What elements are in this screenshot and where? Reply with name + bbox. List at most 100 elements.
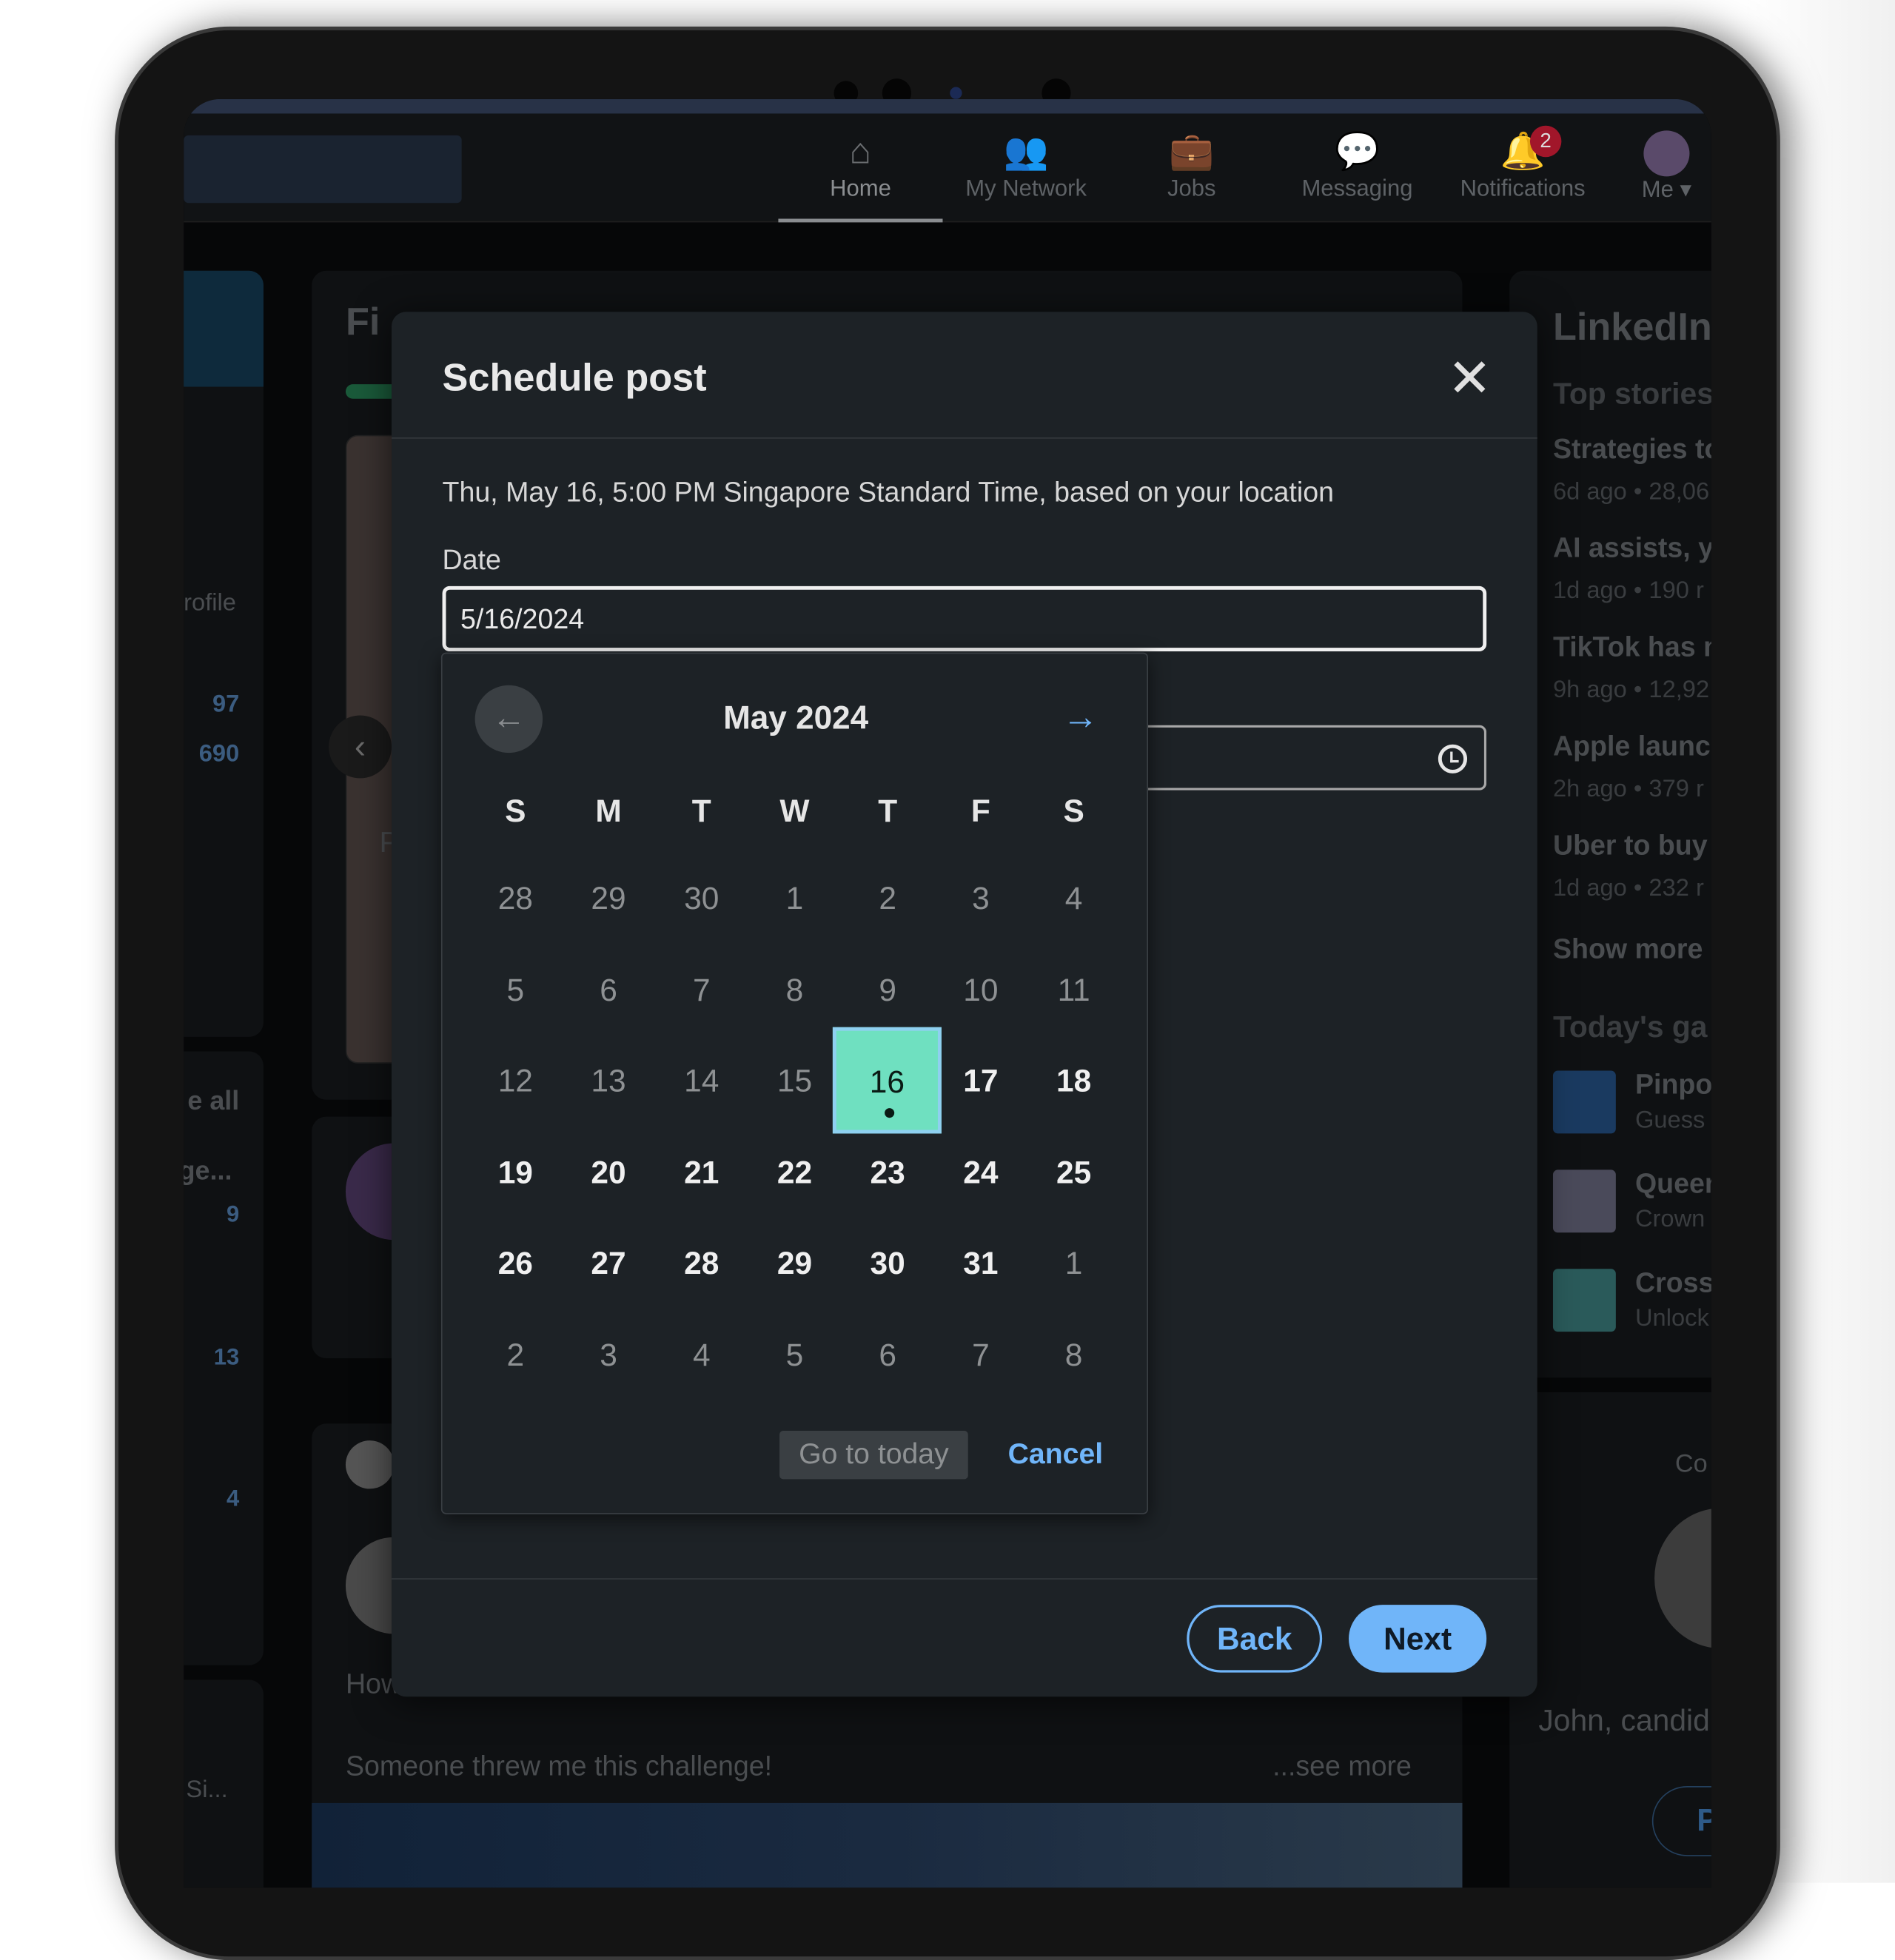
cancel-button[interactable]: Cancel [1008, 1431, 1103, 1479]
post-image [312, 1802, 1463, 1888]
see-more-link[interactable]: ...see more [1272, 1750, 1412, 1782]
divider [391, 1578, 1537, 1580]
calendar-day: 7 [692, 970, 711, 1007]
weekday-header: T [691, 793, 711, 829]
nav-label: Me [1641, 177, 1674, 204]
chat-icon: 💬 [1334, 131, 1380, 172]
profile-card: rofile 97 690 [184, 270, 264, 1037]
calendar-day-selected[interactable]: 16 [832, 1027, 942, 1134]
card-title: Fi [345, 299, 380, 343]
story-title[interactable]: Apple launch [1553, 730, 1711, 762]
stat-value: 97 [212, 691, 240, 718]
calendar-day: 7 [972, 1335, 990, 1372]
date-input[interactable] [442, 585, 1487, 651]
next-month-button[interactable]: → [1047, 685, 1114, 753]
avatar [1606, 128, 1711, 177]
date-picker: ← May 2024 → S M T W T F S 28 29 30 1 2 3 4 5 6 7 8 9 10 11 1… [440, 652, 1149, 1514]
count: 9 [226, 1202, 240, 1228]
story-title[interactable]: Strategies to [1553, 432, 1711, 465]
calendar-day[interactable]: 23 [841, 1127, 934, 1217]
news-subtitle: Top stories [1552, 377, 1711, 412]
calendar-day[interactable]: 29 [748, 1218, 842, 1309]
date-label: Date [442, 543, 501, 576]
calendar-day[interactable]: 26 [469, 1218, 562, 1309]
story-meta: 6d ago • 28,06 [1552, 478, 1710, 506]
close-icon[interactable]: ✕ [1446, 352, 1494, 406]
calendar-day: 12 [497, 1062, 533, 1099]
game-title[interactable]: Queen [1635, 1167, 1711, 1200]
time-input[interactable] [1092, 725, 1487, 791]
calendar-day[interactable]: 30 [841, 1218, 934, 1309]
search-input[interactable] [184, 135, 462, 204]
story-title[interactable]: Uber to buy [1553, 829, 1708, 862]
calendar-day[interactable]: 21 [655, 1127, 748, 1217]
calendar-day[interactable]: 19 [469, 1127, 562, 1217]
calendar-day: 28 [497, 879, 533, 916]
briefcase-icon: 💼 [1169, 131, 1215, 172]
calendar-day: 8 [785, 970, 804, 1007]
nav-jobs[interactable]: 💼 Jobs [1110, 113, 1274, 222]
stage: ⌂ Home 👥 My Network 💼 Jobs 💬 Messaging 🔔 2 Not… [0, 0, 1895, 1960]
go-to-today-button[interactable]: Go to today [779, 1431, 968, 1480]
game-icon[interactable] [1552, 1169, 1616, 1233]
ad-label: Co [1674, 1450, 1708, 1478]
calendar-day[interactable]: 27 [562, 1218, 655, 1309]
story-title[interactable]: AI assists, yo [1553, 531, 1711, 564]
weekday-header: F [970, 793, 990, 829]
ad-button[interactable]: Pr [1651, 1786, 1711, 1856]
see-all-link[interactable]: e all [187, 1085, 239, 1116]
calendar-day: 6 [600, 970, 617, 1007]
footer-text: Si... [186, 1776, 228, 1803]
calendar-day[interactable]: 25 [1027, 1127, 1121, 1217]
nav-label: Messaging [1301, 176, 1413, 202]
nav-label: Jobs [1167, 176, 1216, 202]
calendar-day[interactable]: 17 [934, 1036, 1027, 1126]
count: 4 [226, 1486, 240, 1512]
calendar-day[interactable]: 22 [748, 1127, 842, 1217]
news-card: LinkedIn Top stories Strategies to 6d ago… [1509, 270, 1711, 1378]
nav-label: My Network [965, 176, 1087, 202]
game-title[interactable]: Pinpo [1635, 1068, 1711, 1101]
game-icon[interactable] [1552, 1070, 1616, 1134]
calendar-day: 6 [879, 1335, 896, 1372]
weekday-header: S [1063, 793, 1084, 829]
show-more-button[interactable]: Show more [1553, 933, 1703, 965]
calendar-day: 1 [1064, 1244, 1083, 1281]
notification-badge: 2 [1529, 125, 1562, 158]
calendar-day[interactable]: 31 [934, 1218, 1027, 1309]
weekday-header: W [779, 793, 810, 829]
nav-notifications[interactable]: 🔔 2 Notifications [1440, 113, 1605, 222]
weekday-header: T [878, 793, 898, 829]
nav-label: Notifications [1460, 176, 1586, 202]
avatar[interactable] [345, 1440, 395, 1489]
next-button[interactable]: Next [1349, 1605, 1487, 1673]
count: 13 [213, 1345, 240, 1371]
clock-icon [1438, 744, 1468, 773]
group-name[interactable]: ge... [184, 1155, 232, 1187]
ad-card: Co John, candid Pr [1509, 1392, 1711, 1888]
nav-me[interactable]: Me ▾ [1606, 113, 1711, 222]
nav-home[interactable]: ⌂ Home [778, 113, 943, 223]
calendar-day: 14 [684, 1062, 720, 1099]
calendar-day: 8 [1064, 1335, 1083, 1372]
nav-messaging[interactable]: 💬 Messaging [1275, 113, 1439, 222]
nav-my-network[interactable]: 👥 My Network [944, 113, 1108, 222]
calendar-day: 15 [777, 1062, 813, 1099]
game-icon[interactable] [1552, 1269, 1616, 1332]
calendar-day[interactable]: 20 [562, 1127, 655, 1217]
calendar-day[interactable]: 24 [934, 1127, 1027, 1217]
story-title[interactable]: TikTok has m [1553, 631, 1711, 663]
calendar-day[interactable]: 18 [1027, 1036, 1121, 1126]
back-button[interactable]: Back [1187, 1605, 1323, 1673]
game-title[interactable]: Crosse [1635, 1266, 1711, 1299]
news-title: LinkedIn [1552, 304, 1711, 349]
calendar-day[interactable]: 28 [655, 1218, 748, 1309]
story-meta: 1d ago • 232 r [1552, 875, 1704, 902]
calendar-day: 3 [972, 879, 990, 916]
weekday-header: S [505, 793, 526, 829]
profile-link[interactable]: rofile [184, 590, 236, 618]
game-subtitle: Unlock [1634, 1305, 1709, 1332]
carousel-prev-button[interactable]: ‹ [329, 715, 392, 779]
calendar-day: 13 [591, 1062, 626, 1099]
nav-label: Home [830, 176, 891, 202]
